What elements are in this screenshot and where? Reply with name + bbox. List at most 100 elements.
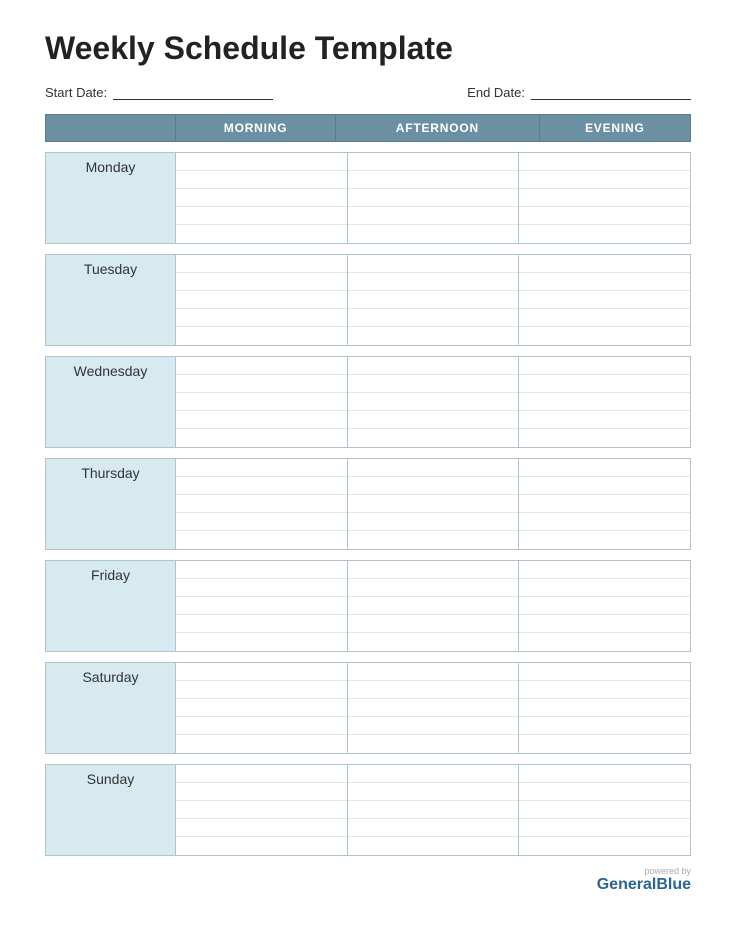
line [348,171,519,189]
line [348,375,519,393]
end-date-label: End Date: [467,85,525,100]
line [348,615,519,633]
line [176,783,347,801]
line [176,819,347,837]
line [348,801,519,819]
line [348,765,519,783]
afternoon-col [348,663,520,753]
line [176,633,347,651]
header-morning: MORNING [176,115,336,142]
line [176,153,347,171]
day-cols [176,255,690,345]
line [348,255,519,273]
line [519,513,690,531]
line [348,663,519,681]
line [348,597,519,615]
line [176,699,347,717]
line [176,375,347,393]
start-date-label: Start Date: [45,85,107,100]
line [519,207,690,225]
line [348,513,519,531]
day-row: Friday [46,561,691,652]
line [348,291,519,309]
evening-col [519,663,690,753]
line [519,735,690,753]
line [348,735,519,753]
line [519,717,690,735]
line [348,429,519,447]
line [348,225,519,243]
line [519,801,690,819]
day-label: Saturday [46,663,176,754]
line [176,207,347,225]
line [176,717,347,735]
page-title: Weekly Schedule Template [45,30,691,67]
line [519,615,690,633]
line [519,255,690,273]
morning-col [176,663,348,753]
day-cols [176,765,690,855]
line [348,819,519,837]
line [348,837,519,855]
line [176,357,347,375]
evening-col [519,561,690,651]
line [348,411,519,429]
line [519,411,690,429]
day-block-friday: Friday [45,560,691,652]
evening-col [519,255,690,345]
line [176,663,347,681]
line [176,561,347,579]
line [519,579,690,597]
day-row: Saturday [46,663,691,754]
line [519,189,690,207]
line [348,327,519,345]
day-cols [176,561,690,651]
line [519,597,690,615]
day-row: Wednesday [46,357,691,448]
start-date-line [113,86,273,100]
day-label: Tuesday [46,255,176,346]
line [519,291,690,309]
day-row: Tuesday [46,255,691,346]
line [176,327,347,345]
line [519,357,690,375]
line [176,411,347,429]
day-label: Monday [46,153,176,244]
morning-col [176,765,348,855]
day-content [176,561,691,652]
line [348,273,519,291]
line [519,225,690,243]
line [519,273,690,291]
day-block-monday: Monday [45,152,691,244]
line [176,273,347,291]
line [348,207,519,225]
line [519,459,690,477]
line [519,309,690,327]
line [176,189,347,207]
day-content [176,255,691,346]
line [176,735,347,753]
line [348,579,519,597]
afternoon-col [348,561,520,651]
powered-by-label: powered by [45,866,691,876]
line [348,189,519,207]
line [348,783,519,801]
line [176,459,347,477]
line [348,459,519,477]
line [176,597,347,615]
day-content [176,663,691,754]
day-block-thursday: Thursday [45,458,691,550]
line [176,615,347,633]
end-date-line [531,86,691,100]
day-block-saturday: Saturday [45,662,691,754]
line [519,699,690,717]
line [519,531,690,549]
day-block-sunday: Sunday [45,764,691,856]
evening-col [519,459,690,549]
day-block-wednesday: Wednesday [45,356,691,448]
day-label: Friday [46,561,176,652]
line [176,393,347,411]
afternoon-col [348,153,520,243]
line [519,495,690,513]
afternoon-col [348,255,520,345]
